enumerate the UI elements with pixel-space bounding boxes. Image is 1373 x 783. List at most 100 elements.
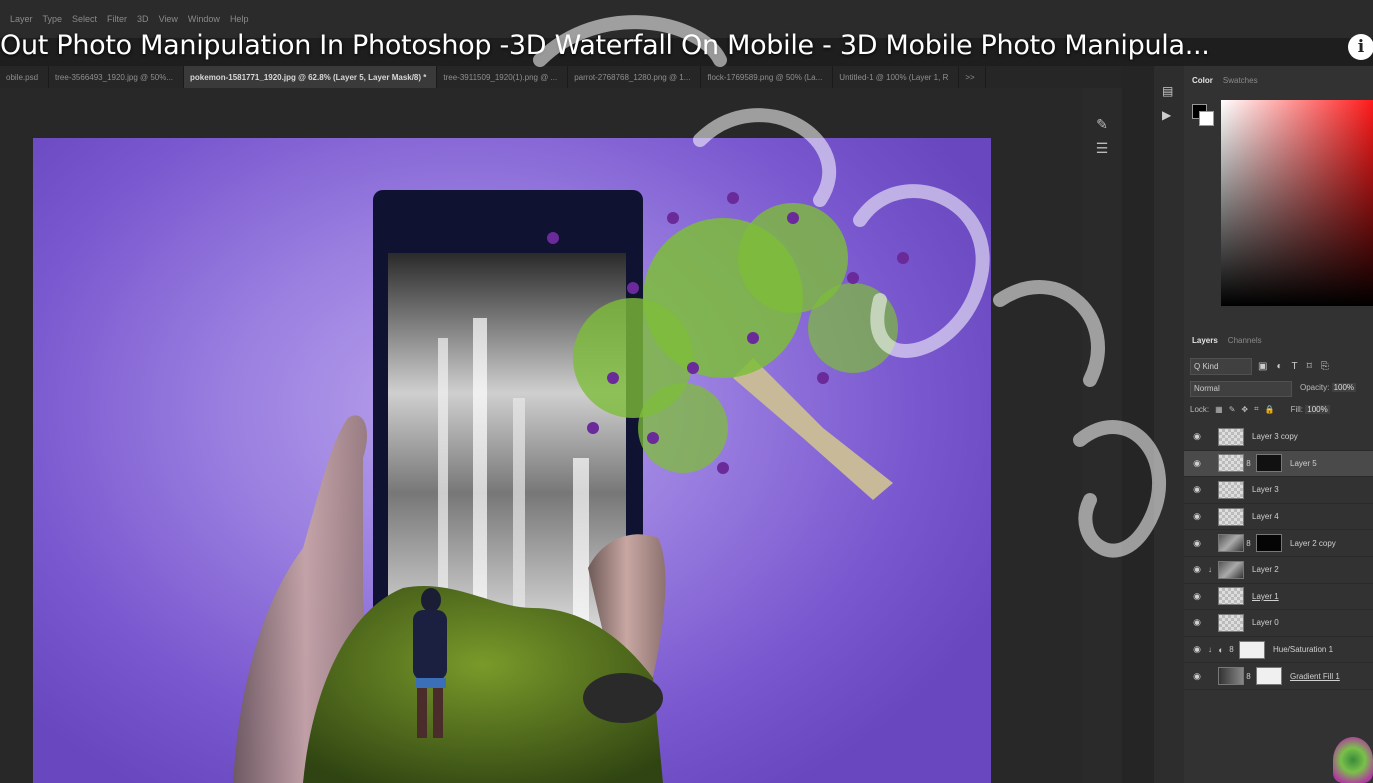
menu-layer[interactable]: Layer [10,14,33,24]
layer-mask-thumbnail[interactable] [1256,454,1282,473]
document-tab-bar: obile.psd tree-3566493_1920.jpg @ 50%...… [0,66,1150,88]
layer-thumbnail [1218,480,1244,499]
layer-row[interactable]: ◉ ↓ ◐ 8 Hue/Saturation 1 [1184,637,1373,664]
background-color-swatch[interactable] [1199,111,1214,126]
layer-row[interactable]: ◉ Layer 1 [1184,584,1373,611]
channel-logo [1333,737,1373,783]
visibility-eye-icon[interactable]: ◉ [1189,431,1205,442]
layer-thumbnail [1218,587,1244,606]
visibility-eye-icon[interactable]: ◉ [1189,511,1205,522]
layer-row[interactable]: ◉ Layer 3 [1184,477,1373,504]
layer-row[interactable]: ◉ Layer 4 [1184,504,1373,531]
tabs-overflow-button[interactable]: >> [959,66,986,88]
layer-row[interactable]: ◉ 8 Gradient Fill 1 [1184,663,1373,690]
menu-filter[interactable]: Filter [107,14,127,24]
lock-position-icon[interactable]: ✥ [1241,405,1248,414]
mask-link-icon[interactable]: 8 [1244,539,1253,548]
visibility-eye-icon[interactable]: ◉ [1189,458,1205,469]
tab-channels[interactable]: Channels [1228,336,1262,345]
menu-view[interactable]: View [159,14,178,24]
document-tab[interactable]: Untitled-1 @ 100% (Layer 1, R [833,66,960,88]
kind-filter-select[interactable]: Q Kind [1190,358,1252,375]
layer-row[interactable]: ◉ Layer 3 copy [1184,424,1373,451]
visibility-eye-icon[interactable]: ◉ [1189,538,1205,549]
rock [583,673,663,723]
smart-object-filter-icon[interactable]: ⎘ [1321,361,1329,372]
layer-row-selected[interactable]: ◉ 8 Layer 5 [1184,450,1373,478]
layer-name: Layer 4 [1252,512,1279,522]
lock-transparent-icon[interactable]: ▦ [1215,405,1223,414]
blend-mode-select[interactable]: Normal [1190,381,1292,397]
pixel-filter-icon[interactable]: ▣ [1258,361,1267,372]
lock-row: Lock: ▦ ✎ ✥ ⌗ 🔒 Fill: 100% [1190,404,1373,414]
adjustment-layer-icon: ◐ [1218,644,1224,655]
color-picker-field[interactable] [1221,100,1373,306]
document-tab[interactable]: obile.psd [0,66,50,88]
layer-mask-thumbnail[interactable] [1239,640,1265,659]
foreground-background-swatches[interactable] [1192,104,1216,128]
visibility-eye-icon[interactable]: ◉ [1189,644,1205,655]
document-tab[interactable]: parrot-2768768_1280.png @ 1... [568,66,702,88]
layer-name: Hue/Saturation 1 [1273,645,1334,655]
type-filter-icon[interactable]: T [1292,361,1298,372]
menu-help[interactable]: Help [230,14,249,24]
fill-input[interactable]: 100% [1305,404,1330,414]
mask-link-icon[interactable]: 8 [1244,459,1253,468]
visibility-eye-icon[interactable]: ◉ [1189,617,1205,628]
document-canvas[interactable] [33,138,991,783]
menu-window[interactable]: Window [188,14,220,24]
layer-filter-icons: ▣ ◐ T ⌑ ⎘ [1258,361,1329,372]
layer-row[interactable]: ◉ ↓ Layer 2 [1184,557,1373,584]
lock-all-icon[interactable]: 🔒 [1265,405,1275,414]
lock-image-icon[interactable]: ✎ [1229,405,1236,414]
lock-artboard-icon[interactable]: ⌗ [1254,404,1259,414]
visibility-eye-icon[interactable]: ◉ [1189,484,1205,495]
layer-thumbnail [1218,534,1244,553]
panel-dock-left [1122,66,1154,783]
layer-thumbnail [1218,454,1244,473]
opacity-input[interactable]: 100% [1331,383,1357,392]
document-tab[interactable]: tree-3911509_1920(1).png @ ... [437,66,569,88]
layer-name: Layer 2 [1252,565,1279,575]
tab-swatches[interactable]: Swatches [1223,76,1258,85]
menu-type[interactable]: Type [43,14,63,24]
menu-3d[interactable]: 3D [137,14,149,24]
layer-thumbnail [1218,427,1244,446]
visibility-eye-icon[interactable]: ◉ [1189,671,1205,682]
composition-artwork [233,190,909,783]
layer-mask-thumbnail[interactable] [1256,667,1282,686]
layer-thumbnail [1218,507,1244,526]
document-tab[interactable]: flock-1769589.png @ 50% (La... [701,66,834,88]
menu-items: Layer Type Select Filter 3D View Window … [10,14,248,24]
info-button[interactable]: i [1348,34,1373,60]
layer-row[interactable]: ◉ 8 Layer 2 copy [1184,530,1373,557]
opacity-control: Opacity: 100% [1300,383,1357,392]
document-tab[interactable]: tree-3566493_1920.jpg @ 50%... [49,66,185,88]
adjustment-filter-icon[interactable]: ◐ [1276,361,1282,372]
clipping-mask-icon: ↓ [1208,565,1212,575]
document-tab-active[interactable]: pokemon-1581771_1920.jpg @ 62.8% (Layer … [184,66,438,88]
layer-name: Layer 0 [1252,618,1279,628]
adjustments-icon[interactable]: ☰ [1092,138,1112,158]
mask-link-icon[interactable]: 8 [1244,672,1253,681]
layer-name: Layer 3 [1252,485,1279,495]
layer-name: Gradient Fill 1 [1290,671,1340,681]
layer-mask-thumbnail[interactable] [1256,534,1282,553]
layer-row[interactable]: ◉ Layer 0 [1184,610,1373,637]
color-panel-tabs: Color Swatches [1192,76,1258,85]
menu-select[interactable]: Select [72,14,97,24]
shape-filter-icon[interactable]: ⌑ [1307,361,1312,372]
video-title-overlay: Out Photo Manipulation In Photoshop -3D … [0,30,1210,61]
tab-layers[interactable]: Layers [1192,336,1218,345]
tree-trunk [733,358,893,500]
brush-settings-icon[interactable]: ✎ [1092,114,1112,134]
fill-label: Fill: [1290,404,1304,414]
mask-link-icon[interactable]: 8 [1227,645,1236,654]
layer-name: Layer 3 copy [1252,432,1298,442]
visibility-eye-icon[interactable]: ◉ [1189,591,1205,602]
play-icon[interactable]: ▶ [1162,108,1171,122]
lock-label: Lock: [1190,404,1210,414]
tab-color[interactable]: Color [1192,76,1213,85]
history-icon[interactable]: ▤ [1162,84,1173,98]
visibility-eye-icon[interactable]: ◉ [1189,564,1205,575]
